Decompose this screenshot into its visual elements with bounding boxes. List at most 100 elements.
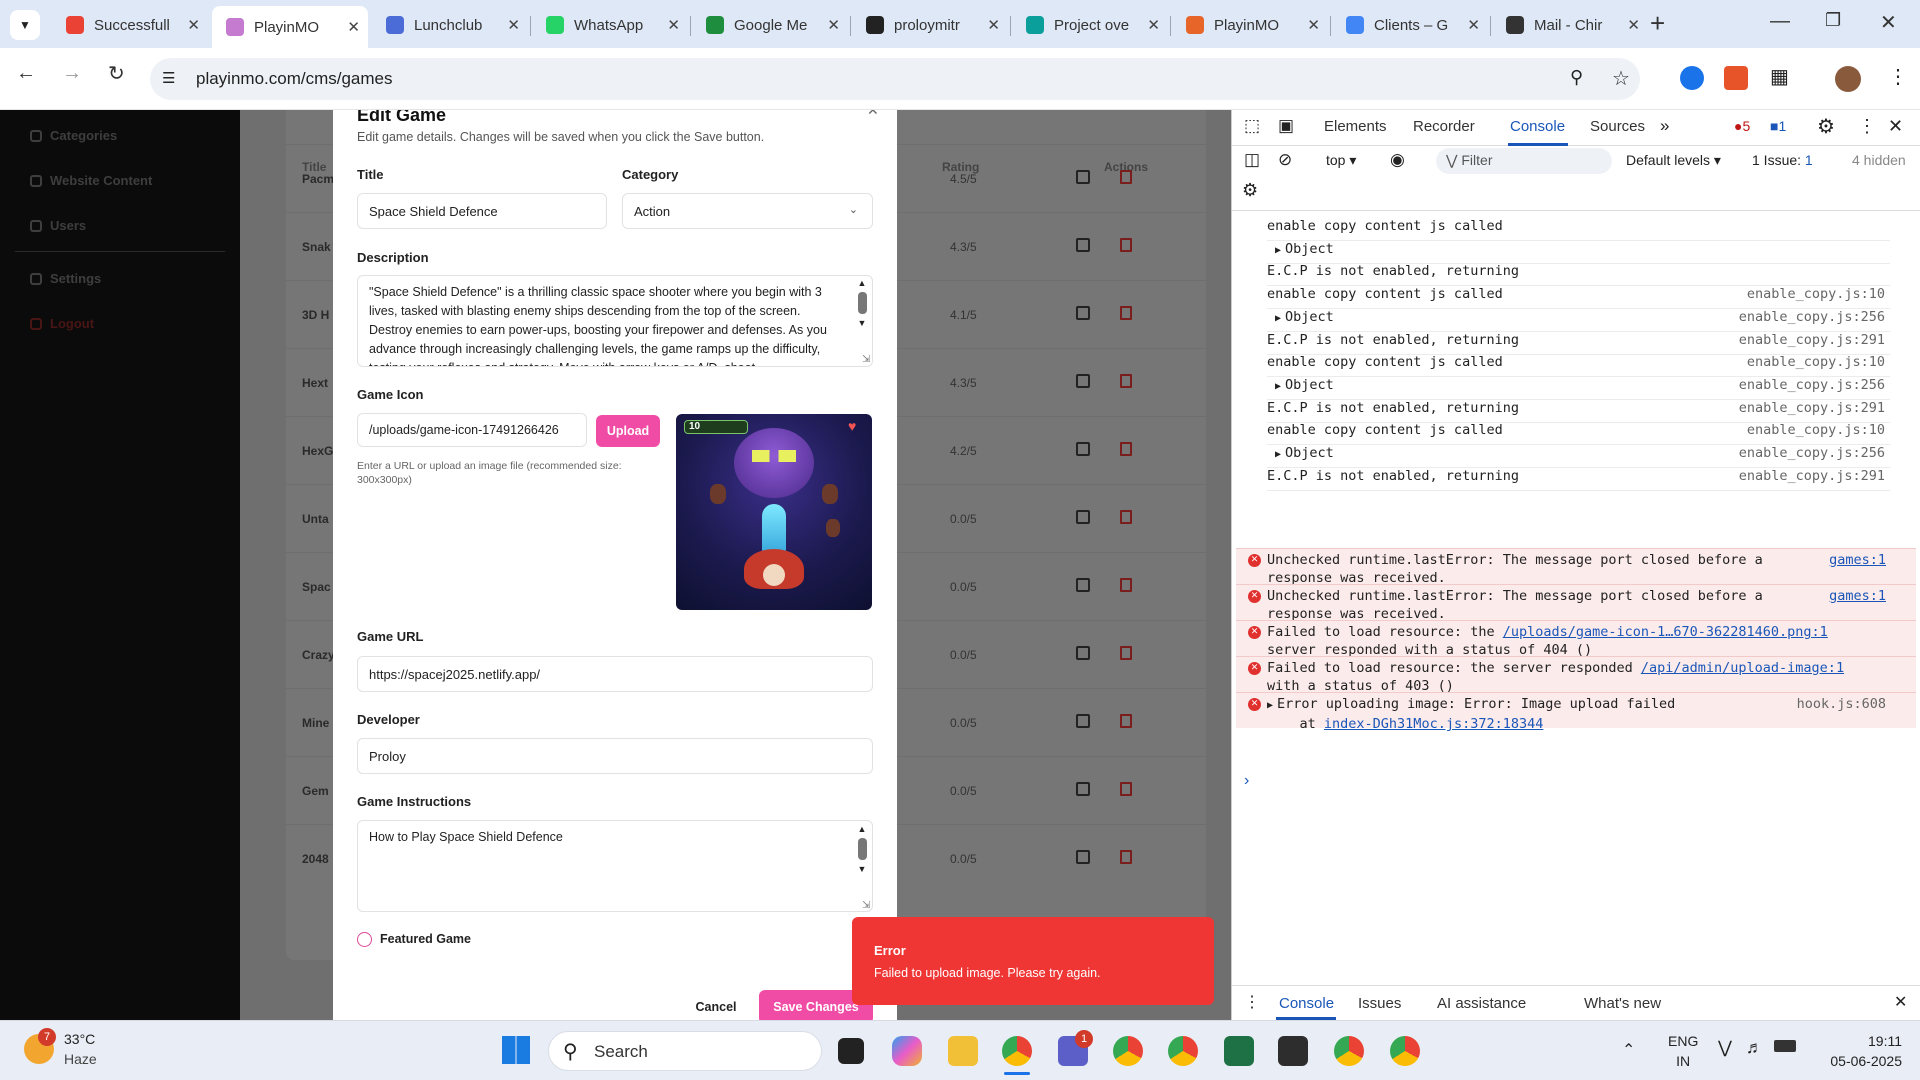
instructions-textarea[interactable]: How to Play Space Shield Defence [357, 820, 873, 912]
edit-icon[interactable] [1076, 238, 1094, 256]
close-drawer-icon[interactable]: ✕ [1894, 992, 1907, 1012]
resize-handle-icon[interactable]: ⇲ [862, 900, 870, 911]
delete-icon[interactable] [1120, 442, 1138, 460]
close-tab-icon[interactable]: ✕ [1147, 16, 1160, 34]
close-tab-icon[interactable]: ✕ [987, 16, 1000, 34]
console-source-link[interactable]: enable_copy.js:256 [1739, 309, 1885, 325]
devtools-settings-icon[interactable]: ⚙ [1817, 114, 1835, 139]
browser-tab[interactable]: Clients – G ✕ [1332, 8, 1488, 42]
tab-console[interactable]: Console [1510, 118, 1565, 135]
console-object-entry[interactable]: ▶ Object [1267, 241, 1890, 264]
wifi-icon[interactable]: ⋁ [1718, 1038, 1732, 1058]
back-icon[interactable]: ← [16, 62, 36, 85]
drawer-menu-icon[interactable]: ⋮ [1244, 992, 1260, 1012]
cancel-button[interactable]: Cancel [681, 990, 751, 1020]
zoom-icon[interactable]: ⚲ [1570, 67, 1583, 88]
game-icon-url-input[interactable]: /uploads/game-icon-17491266426 [357, 413, 587, 447]
expand-triangle-icon[interactable]: ▶ [1275, 449, 1281, 460]
close-tab-icon[interactable]: ✕ [1467, 16, 1480, 34]
error-stack-link[interactable]: index-DGh31Moc.js:372:18344 [1324, 716, 1543, 732]
delete-icon[interactable] [1120, 782, 1138, 800]
tab-sources[interactable]: Sources [1590, 118, 1645, 135]
excel-icon[interactable] [1224, 1036, 1254, 1066]
context-selector[interactable]: top ▾ [1326, 152, 1356, 169]
browser-tab[interactable]: Mail - Chir ✕ [1492, 8, 1648, 42]
console-source-link[interactable]: enable_copy.js:291 [1739, 468, 1885, 484]
copilot-icon[interactable] [892, 1036, 922, 1066]
category-select[interactable]: Action ⌄ [622, 193, 873, 229]
expand-triangle-icon[interactable]: ▶ [1267, 700, 1273, 711]
edit-icon[interactable] [1076, 442, 1094, 460]
sidebar-item-logout[interactable]: Logout [30, 316, 94, 331]
browser-tab[interactable]: PlayinMO ✕ [212, 6, 368, 48]
close-tab-icon[interactable]: ✕ [347, 18, 360, 36]
browser-tab[interactable]: Google Me ✕ [692, 8, 848, 42]
browser-tab[interactable]: Project ove ✕ [1012, 8, 1168, 42]
tray-chevron-up-icon[interactable]: ⌃ [1622, 1040, 1635, 1060]
issues-counter[interactable]: 1 Issue: 1 [1752, 152, 1813, 168]
tab-search-button[interactable]: ▼ [10, 10, 40, 40]
extension-icon-2[interactable] [1724, 66, 1748, 90]
delete-icon[interactable] [1120, 170, 1138, 188]
log-levels-select[interactable]: Default levels ▾ [1626, 152, 1721, 169]
upload-button[interactable]: Upload [596, 415, 660, 447]
terminal-icon[interactable] [1278, 1036, 1308, 1066]
extension-icon-1[interactable] [1680, 66, 1704, 90]
drawer-tab-ai-assistance[interactable]: AI assistance [1437, 995, 1526, 1012]
device-toolbar-icon[interactable]: ▣ [1278, 116, 1294, 136]
error-resource-link[interactable]: /api/admin/upload-image:1 [1641, 660, 1844, 676]
close-window-button[interactable]: ✕ [1880, 10, 1897, 35]
console-filter-input[interactable]: ⋁ Filter [1436, 148, 1612, 174]
sidebar-item-categories[interactable]: Categories [30, 128, 117, 143]
console-source-link[interactable]: enable_copy.js:291 [1739, 400, 1885, 416]
edit-icon[interactable] [1076, 850, 1094, 868]
console-source-link[interactable]: enable_copy.js:10 [1747, 286, 1885, 302]
close-dialog-icon[interactable]: ✕ [867, 110, 879, 119]
edit-icon[interactable] [1076, 646, 1094, 664]
scroll-up-icon[interactable]: ▲ [855, 824, 869, 834]
address-bar[interactable]: ☰ playinmo.com/cms/games ⚲ ☆ [150, 58, 1640, 100]
volume-icon[interactable]: ♬ [1746, 1038, 1763, 1058]
edit-icon[interactable] [1076, 170, 1094, 188]
edit-icon[interactable] [1076, 714, 1094, 732]
profile-avatar[interactable] [1835, 66, 1861, 92]
featured-checkbox[interactable] [357, 932, 372, 947]
game-url-input[interactable]: https://spacej2025.netlify.app/ [357, 656, 873, 692]
restore-button[interactable]: ❐ [1825, 10, 1841, 31]
expand-triangle-icon[interactable]: ▶ [1275, 313, 1281, 324]
file-explorer-icon[interactable] [948, 1036, 978, 1066]
extensions-puzzle-icon[interactable]: ▦ [1770, 64, 1789, 89]
console-settings-icon[interactable]: ⚙ [1242, 180, 1258, 201]
browser-tab[interactable]: Successfull ✕ [52, 8, 208, 42]
clear-console-icon[interactable]: ⊘ [1278, 150, 1292, 170]
inspect-element-icon[interactable]: ⬚ [1244, 116, 1260, 136]
bookmark-star-icon[interactable]: ☆ [1612, 66, 1630, 91]
task-view-icon[interactable] [838, 1038, 864, 1064]
message-counter[interactable]: ■1 [1770, 118, 1786, 134]
drawer-tab-console[interactable]: Console [1279, 995, 1334, 1012]
taskbar-search[interactable]: ⚲ Search [548, 1031, 822, 1071]
drawer-tab-issues[interactable]: Issues [1358, 995, 1401, 1012]
language-indicator[interactable]: ENG IN [1668, 1031, 1698, 1071]
close-tab-icon[interactable]: ✕ [667, 16, 680, 34]
chrome-profile-2-icon[interactable] [1113, 1036, 1143, 1066]
new-tab-button[interactable]: + [1650, 8, 1665, 39]
edit-icon[interactable] [1076, 510, 1094, 528]
more-tabs-icon[interactable]: » [1660, 116, 1669, 136]
close-tab-icon[interactable]: ✕ [827, 16, 840, 34]
delete-icon[interactable] [1120, 646, 1138, 664]
delete-icon[interactable] [1120, 850, 1138, 868]
chrome-profile-3-icon[interactable] [1168, 1036, 1198, 1066]
instructions-scrollbar[interactable]: ▲ ▼ [855, 824, 869, 910]
minimize-button[interactable]: — [1770, 10, 1790, 33]
site-info-icon[interactable]: ☰ [162, 69, 175, 87]
battery-icon[interactable] [1774, 1040, 1796, 1052]
live-expression-eye-icon[interactable]: ◉ [1390, 150, 1405, 170]
delete-icon[interactable] [1120, 578, 1138, 596]
close-tab-icon[interactable]: ✕ [1307, 16, 1320, 34]
chrome-profile-4-icon[interactable] [1334, 1036, 1364, 1066]
delete-icon[interactable] [1120, 238, 1138, 256]
edit-icon[interactable] [1076, 782, 1094, 800]
reload-icon[interactable]: ↻ [108, 61, 125, 86]
edit-icon[interactable] [1076, 306, 1094, 324]
